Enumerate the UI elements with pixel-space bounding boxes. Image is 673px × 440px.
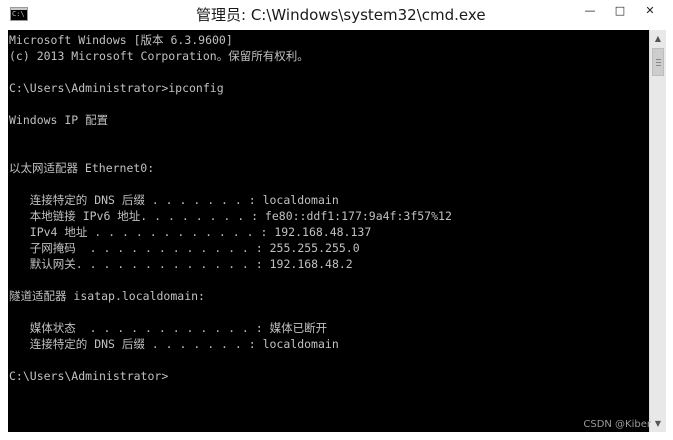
- arrow-up-icon: ▲: [654, 34, 662, 43]
- maximize-button[interactable]: □: [605, 0, 635, 20]
- grip-line: [656, 62, 661, 63]
- cmd-window: C:\ 管理员: C:\Windows\system32\cmd.exe — □…: [0, 0, 673, 440]
- console-line: 连接特定的 DNS 后缀 . . . . . . . : localdomain: [9, 337, 339, 351]
- scroll-thumb[interactable]: [652, 48, 664, 76]
- title-bar[interactable]: C:\ 管理员: C:\Windows\system32\cmd.exe — □…: [0, 0, 673, 30]
- console-line: 本地链接 IPv6 地址. . . . . . . . : fe80::ddf1…: [9, 209, 452, 223]
- scroll-up-button[interactable]: ▲: [650, 30, 666, 47]
- minimize-icon: —: [584, 3, 596, 17]
- grip-line: [656, 59, 661, 60]
- console-line: 以太网适配器 Ethernet0:: [9, 161, 155, 175]
- console-line: IPv4 地址 . . . . . . . . . . . . : 192.16…: [9, 225, 372, 239]
- console-output[interactable]: Microsoft Windows [版本 6.3.9600] (c) 2013 …: [8, 30, 649, 432]
- minimize-button[interactable]: —: [575, 0, 605, 20]
- cmd-app-icon[interactable]: C:\: [10, 7, 28, 21]
- grip-line: [656, 65, 661, 66]
- console-line: C:\Users\Administrator>ipconfig: [9, 81, 224, 95]
- arrow-down-icon: ▼: [654, 419, 662, 428]
- close-icon: ✕: [645, 3, 655, 17]
- maximize-icon: □: [614, 3, 626, 17]
- window-title: 管理员: C:\Windows\system32\cmd.exe: [196, 6, 486, 24]
- console-line: 默认网关. . . . . . . . . . . . . : 192.168.…: [9, 257, 353, 271]
- console-line: C:\Users\Administrator>: [9, 369, 169, 383]
- window-frame-bottom: [0, 432, 673, 440]
- console-line: 连接特定的 DNS 后缀 . . . . . . . : localdomain: [9, 193, 339, 207]
- console-line: 媒体状态 . . . . . . . . . . . . : 媒体已断开: [9, 321, 328, 335]
- console-line: 子网掩码 . . . . . . . . . . . . : 255.255.2…: [9, 241, 360, 255]
- cmd-icon-glyph: C:\: [12, 10, 25, 18]
- close-button[interactable]: ✕: [635, 0, 665, 20]
- console-line: (c) 2013 Microsoft Corporation。保留所有权利。: [9, 49, 309, 63]
- console-line: Windows IP 配置: [9, 113, 109, 127]
- console-line: Microsoft Windows [版本 6.3.9600]: [9, 33, 233, 47]
- window-controls: — □ ✕: [575, 0, 665, 20]
- watermark: CSDN @Kiber: [583, 419, 651, 430]
- scroll-down-button[interactable]: ▼: [650, 415, 666, 432]
- console-line: 隧道适配器 isatap.localdomain:: [9, 289, 205, 303]
- console-text: Microsoft Windows [版本 6.3.9600] (c) 2013 …: [8, 30, 649, 384]
- vertical-scrollbar[interactable]: ▲ ▼: [649, 30, 666, 432]
- window-frame-right: [666, 30, 673, 440]
